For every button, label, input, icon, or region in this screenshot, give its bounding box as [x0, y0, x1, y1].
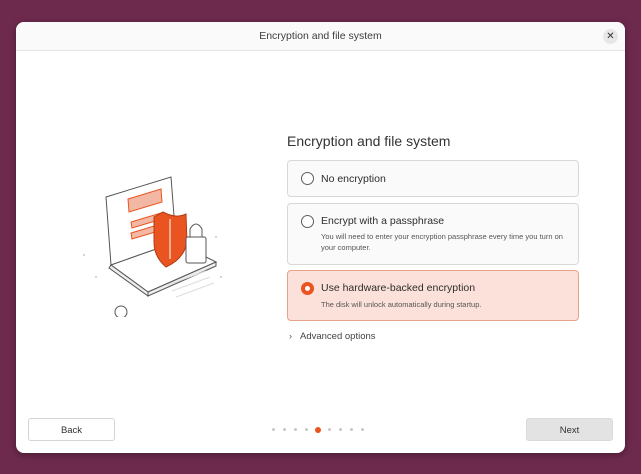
close-icon: ✕: [606, 31, 615, 42]
option-no-encryption[interactable]: No encryption: [287, 160, 579, 197]
option-label: Use hardware-backed encryption: [321, 282, 476, 294]
chevron-right-icon: ›: [289, 331, 292, 341]
page-dot: [328, 428, 331, 431]
option-hardware-encryption[interactable]: Use hardware-backed encryption The disk …: [287, 270, 579, 321]
page-dot: [272, 428, 275, 431]
page-dot: [283, 428, 286, 431]
page-dot-active: [315, 427, 321, 433]
page-dot: [294, 428, 297, 431]
radio-icon[interactable]: [301, 215, 314, 228]
page-dot: [350, 428, 353, 431]
page-dot: [361, 428, 364, 431]
laptop-shield-illustration: [83, 176, 222, 317]
page-dot: [305, 428, 308, 431]
option-description: You will need to enter your encryption p…: [321, 232, 563, 252]
installer-window: Encryption and file system ✕ Encryption …: [16, 22, 625, 453]
option-label: Encrypt with a passphrase: [321, 215, 445, 227]
option-label: No encryption: [321, 173, 386, 185]
page-heading: Encryption and file system: [287, 133, 451, 149]
advanced-options-expander[interactable]: › Advanced options: [289, 331, 376, 342]
page-dot: [339, 428, 342, 431]
back-button[interactable]: Back: [28, 418, 115, 441]
title-bar: Encryption and file system ✕: [16, 22, 625, 51]
option-description: The disk will unlock automatically durin…: [321, 300, 482, 309]
next-button[interactable]: Next: [526, 418, 613, 441]
close-button[interactable]: ✕: [603, 29, 618, 44]
window-title: Encryption and file system: [259, 30, 382, 42]
advanced-options-label: Advanced options: [300, 331, 376, 342]
radio-icon[interactable]: [301, 282, 314, 295]
radio-icon[interactable]: [301, 172, 314, 185]
option-passphrase[interactable]: Encrypt with a passphrase You will need …: [287, 203, 579, 265]
